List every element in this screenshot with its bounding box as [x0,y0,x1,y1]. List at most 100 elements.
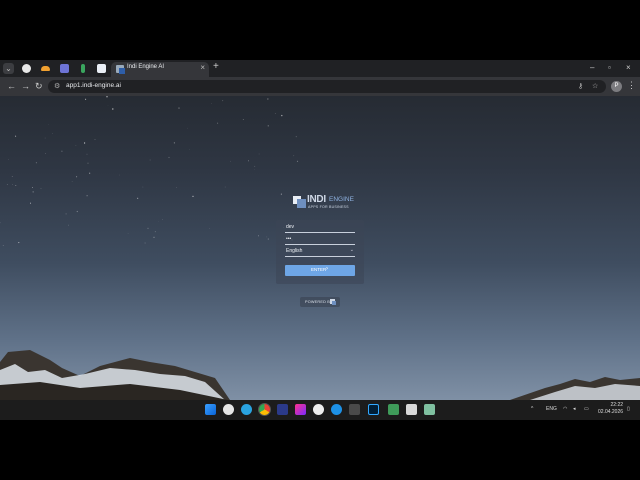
profile-avatar[interactable]: P [611,81,622,92]
app-icon-2[interactable] [388,404,399,415]
password-value[interactable]: ••• [286,236,291,242]
app-icon-4[interactable] [424,404,435,415]
taskbar: ^ ENG ◠ ◂ ▭ 22:22 02.04.2026 ▯ [0,400,640,420]
leaf-icon[interactable] [81,64,85,73]
star [15,185,17,186]
volume-icon[interactable]: ◂ [573,406,576,412]
docker-icon[interactable] [331,404,342,415]
maximize-icon[interactable]: ▫ [608,63,611,72]
tray-chevron-icon[interactable]: ^ [531,406,533,412]
star [127,232,129,234]
back-icon[interactable]: ← [7,81,16,91]
kebab-menu-icon[interactable]: ⋮ [627,80,636,91]
windows-start-icon[interactable] [205,404,216,415]
star [267,125,269,127]
url-text[interactable]: app1.indi-engine.ai [66,82,121,89]
language-select[interactable]: English ⌄ [285,247,355,257]
notification-icon[interactable]: ▯ [627,406,630,412]
jetbrains-icon[interactable] [295,404,306,415]
star [18,242,20,244]
clock-date: 02.04.2026 [598,409,624,415]
star [173,142,176,144]
star [106,96,108,98]
star [267,238,269,240]
password-key-icon[interactable]: ⚷ [578,82,583,90]
star-icon[interactable]: ☆ [592,82,598,90]
forward-icon[interactable]: → [21,81,30,91]
login-form: dev ••• English ⌄ ENTER › [276,220,364,284]
indi-favicon-icon [116,65,125,74]
monitor-icon[interactable] [277,404,288,415]
tab-search-icon[interactable]: ⌄ [3,63,14,74]
chevron-down-icon[interactable]: ⌄ [350,247,354,253]
star [168,156,170,159]
address-bar[interactable]: ⚙ app1.indi-engine.ai ⚷ ☆ [48,80,606,93]
github-desktop-icon[interactable] [313,404,324,415]
telegram-icon[interactable] [241,404,252,415]
password-field[interactable]: ••• [285,235,355,245]
star [87,162,89,164]
username-value[interactable]: dev [286,224,294,230]
logo-main-text: INDI [307,194,326,205]
star [280,193,282,195]
star [153,236,155,238]
battery-icon[interactable]: ▭ [584,406,589,412]
grid-icon[interactable] [60,64,69,73]
star [112,108,114,110]
star [149,159,151,161]
star [176,187,178,189]
star [192,195,194,198]
cloud-icon[interactable] [41,66,50,71]
star [137,197,139,199]
indi-mini-logo-icon [330,299,336,305]
logo-tagline: APPS FOR BUSINESS [308,205,349,209]
star [45,153,46,154]
star [65,213,67,215]
github-icon[interactable] [22,64,31,73]
reload-icon[interactable]: ↻ [35,81,43,91]
powered-by-label: POWERED BY [305,299,333,304]
star [35,162,37,164]
app-icon-3[interactable] [406,404,417,415]
star [94,139,96,140]
star [242,119,244,120]
mountain-silhouette [0,350,640,400]
star [71,181,73,182]
star [293,155,295,157]
star [86,153,88,155]
starfield [0,96,300,246]
username-field[interactable]: dev [285,223,355,233]
star [89,172,91,174]
star [15,135,17,137]
language-indicator[interactable]: ENG [546,406,557,412]
star [142,186,144,188]
indi-engine-logo: INDI ENGINE APPS FOR BUSINESS [291,193,354,213]
minimize-icon[interactable]: – [590,63,594,72]
wifi-icon[interactable]: ◠ [563,406,567,412]
site-settings-icon[interactable]: ⚙ [54,82,60,90]
star [32,187,33,188]
new-tab-button[interactable]: + [213,61,219,72]
star [61,150,63,152]
chrome-icon[interactable] [259,404,270,415]
star [32,191,34,193]
close-window-icon[interactable]: × [626,63,631,72]
photoshop-icon[interactable] [368,404,379,415]
system-clock[interactable]: 22:22 02.04.2026 [598,402,623,416]
enter-button[interactable]: ENTER › [285,265,355,276]
arrow-right-icon: › [326,266,328,272]
star [11,175,13,178]
terminal-icon[interactable] [349,404,360,415]
star [76,176,78,178]
star [222,100,224,102]
language-value[interactable]: English [286,248,302,254]
indi-pinned-icon[interactable] [97,64,106,73]
tab-bar: ⌄ Indi Engine AI × + – ▫ × [0,60,640,77]
star [147,227,149,230]
tab-indi-engine[interactable]: Indi Engine AI × [111,62,209,77]
star [258,153,260,155]
tab-close-icon[interactable]: × [200,63,205,72]
powered-by-badge[interactable]: POWERED BY [300,297,340,307]
app-icon[interactable] [223,404,234,415]
logo-sub-text: ENGINE [329,196,354,203]
